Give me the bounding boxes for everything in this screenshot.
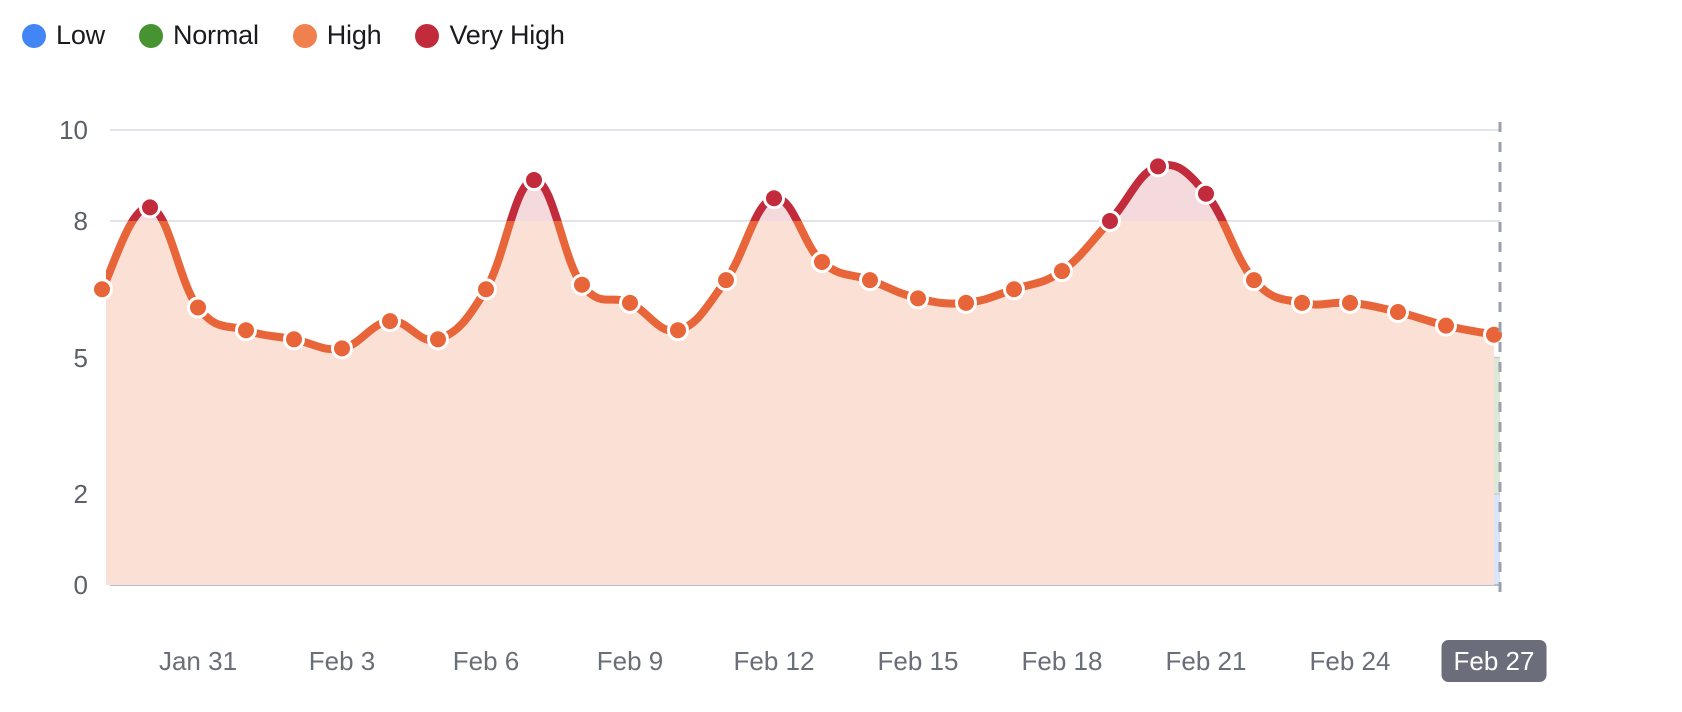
- x-axis-tick-label[interactable]: Feb 24: [1310, 648, 1391, 674]
- x-axis-tick-label[interactable]: Feb 6: [453, 648, 520, 674]
- x-axis-tick-label[interactable]: Jan 31: [159, 648, 237, 674]
- x-axis-tick-label[interactable]: Feb 21: [1166, 648, 1247, 674]
- x-axis-tick-label-highlighted[interactable]: Feb 27: [1441, 640, 1547, 682]
- x-axis-labels: Jan 31 Feb 3 Feb 6 Feb 9 Feb 12 Feb 15 Feb 18 F…: [0, 0, 1682, 712]
- x-axis-tick-label[interactable]: Feb 12: [734, 648, 815, 674]
- x-axis-tick-label[interactable]: Feb 15: [878, 648, 959, 674]
- x-axis-tick-label[interactable]: Feb 18: [1022, 648, 1103, 674]
- chart-page: Low Normal High Very High 10 8 5 2 0 Jan 31 Feb …: [0, 0, 1682, 712]
- x-axis-tick-label[interactable]: Feb 9: [597, 648, 664, 674]
- chart-container: 10 8 5 2 0 Jan 31 Feb 3 Feb 6 Feb 9 Feb 12 Feb 15…: [0, 0, 1682, 712]
- x-axis-tick-label[interactable]: Feb 3: [309, 648, 376, 674]
